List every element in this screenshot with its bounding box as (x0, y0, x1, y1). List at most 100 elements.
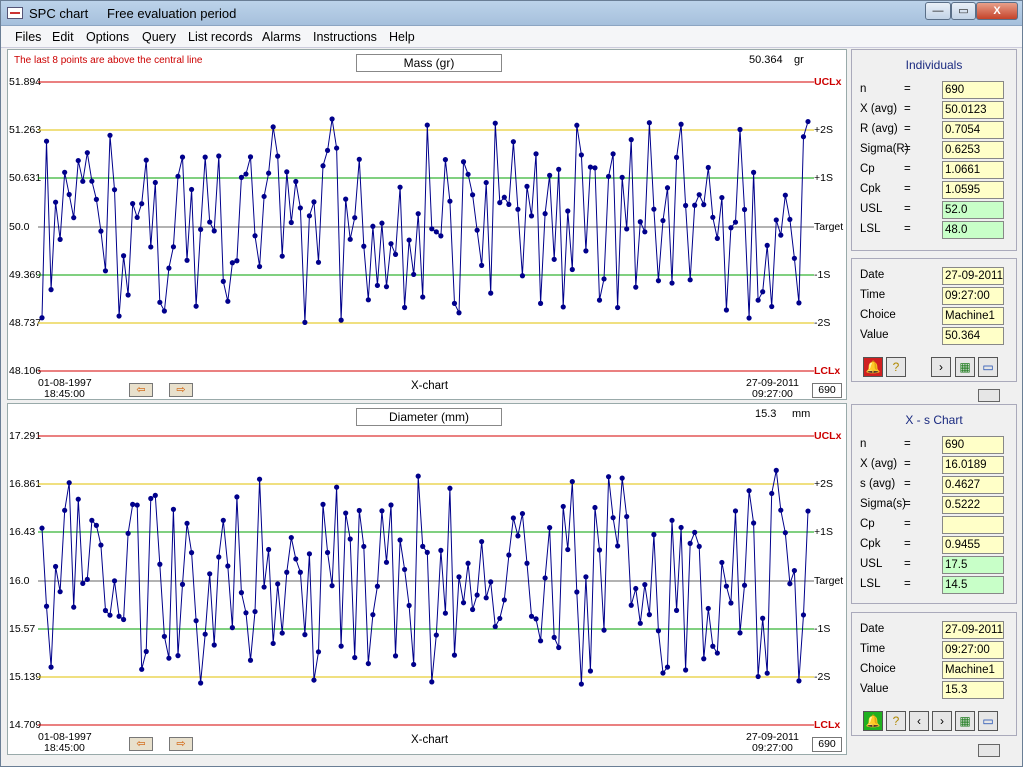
data-point (39, 525, 45, 531)
data-point (107, 612, 113, 618)
stat-label: LSL (860, 578, 881, 590)
scroll-right-button[interactable]: ⇨ (169, 737, 193, 751)
data-point (551, 634, 557, 640)
data-point (80, 178, 86, 184)
stat-value: 1.0661 (942, 161, 1004, 179)
monitor-icon[interactable]: ▭ (978, 711, 998, 731)
data-point (98, 542, 104, 548)
stat-row: X (avg) = 50.0123 (860, 101, 1012, 119)
minimize-button[interactable]: — (925, 2, 951, 20)
menu-list-records[interactable]: List records (188, 30, 253, 44)
data-point (383, 559, 390, 565)
data-point (510, 515, 516, 521)
stat-value[interactable]: 48.0 (942, 221, 1004, 239)
monitor-icon[interactable]: ▭ (978, 357, 998, 377)
right-label-target: Target (814, 575, 844, 587)
xs-stats-panel: X - s Chart n = 690 X (avg) = 16.0189 s (avg) =… (851, 404, 1017, 604)
data-point (175, 653, 181, 659)
help-icon[interactable]: ? (886, 711, 906, 731)
next-icon[interactable]: › (931, 357, 951, 377)
start-time: 18:45:00 (44, 388, 85, 400)
data-point (148, 495, 154, 502)
data-point (152, 492, 158, 498)
data-point (569, 478, 575, 485)
data-point (429, 679, 435, 685)
data-point (791, 255, 798, 261)
help-icon[interactable]: ? (886, 357, 906, 377)
data-point (800, 612, 807, 618)
export-icon[interactable] (978, 744, 1000, 757)
data-point (687, 277, 693, 283)
data-point (565, 208, 571, 214)
data-point (506, 552, 512, 558)
data-point (605, 173, 612, 180)
export-icon[interactable] (978, 389, 1000, 402)
stat-value[interactable]: 17.5 (942, 556, 1004, 574)
alarm-bell-icon[interactable]: 🔔 (863, 357, 883, 377)
stat-label: n (860, 83, 867, 95)
data-point (728, 600, 734, 606)
next-icon[interactable]: › (932, 711, 952, 731)
diameter-plot[interactable] (38, 404, 814, 734)
info-label: Time (860, 643, 886, 655)
data-point (243, 610, 249, 616)
menu-query[interactable]: Query (142, 30, 176, 44)
data-point (216, 554, 222, 560)
menu-files[interactable]: Files (15, 30, 41, 44)
data-point (805, 118, 811, 125)
mass-plot[interactable] (38, 50, 814, 380)
data-point (134, 214, 140, 221)
data-point (601, 627, 607, 633)
maximize-button[interactable]: ▭ (951, 2, 976, 20)
stat-value: 690 (942, 436, 1004, 454)
data-point (311, 677, 317, 683)
prev-icon[interactable]: ‹ (909, 711, 929, 731)
stat-label: Cpk (860, 183, 881, 195)
excel-icon[interactable]: ▦ (955, 711, 975, 731)
y-label-lcl: 14.709 (9, 719, 42, 731)
menu-alarms[interactable]: Alarms (262, 30, 301, 44)
data-point (116, 313, 122, 319)
data-point (451, 300, 458, 306)
stat-label: n (860, 438, 867, 450)
close-button[interactable]: X (976, 2, 1018, 20)
data-point (311, 199, 317, 205)
data-point (510, 139, 516, 145)
app-window: SPC chart Free evaluation period — ▭ X F… (0, 0, 1023, 767)
menu-edit[interactable]: Edit (52, 30, 74, 44)
data-point (166, 265, 172, 271)
data-point (261, 193, 267, 200)
data-point (297, 205, 303, 211)
data-point (279, 253, 285, 259)
data-point (746, 315, 752, 321)
data-point (488, 579, 494, 585)
chart-type-label: X-chart (411, 380, 449, 392)
excel-icon[interactable]: ▦ (955, 357, 975, 377)
stat-row: USL = 17.5 (860, 556, 1012, 574)
data-point (501, 194, 507, 200)
stat-value (942, 516, 1004, 534)
stats-title: Individuals (905, 58, 963, 72)
menu-instructions[interactable]: Instructions (313, 30, 377, 44)
y-label-plus2s: 51.263 (9, 124, 42, 136)
scroll-left-button[interactable]: ⇦ (129, 383, 153, 397)
data-point (751, 169, 757, 175)
stat-value[interactable]: 52.0 (942, 201, 1004, 219)
stat-equals: = (904, 518, 911, 530)
stat-value[interactable]: 14.5 (942, 576, 1004, 594)
scroll-left-button[interactable]: ⇦ (129, 737, 153, 751)
data-point (125, 530, 131, 536)
info-row: Choice Machine1 (860, 307, 1012, 325)
menu-options[interactable]: Options (86, 30, 129, 44)
menu-help[interactable]: Help (389, 30, 415, 44)
stat-row: Cpk = 1.0595 (860, 181, 1012, 199)
data-point (374, 282, 381, 289)
data-point (288, 534, 294, 541)
data-point (329, 116, 335, 122)
scroll-right-button[interactable]: ⇨ (169, 383, 193, 397)
title-bar: SPC chart Free evaluation period — ▭ X (1, 1, 1022, 26)
series-line (41, 470, 809, 685)
data-point (343, 196, 349, 202)
data-point (760, 289, 766, 295)
alarm-bell-icon[interactable]: 🔔 (863, 711, 883, 731)
